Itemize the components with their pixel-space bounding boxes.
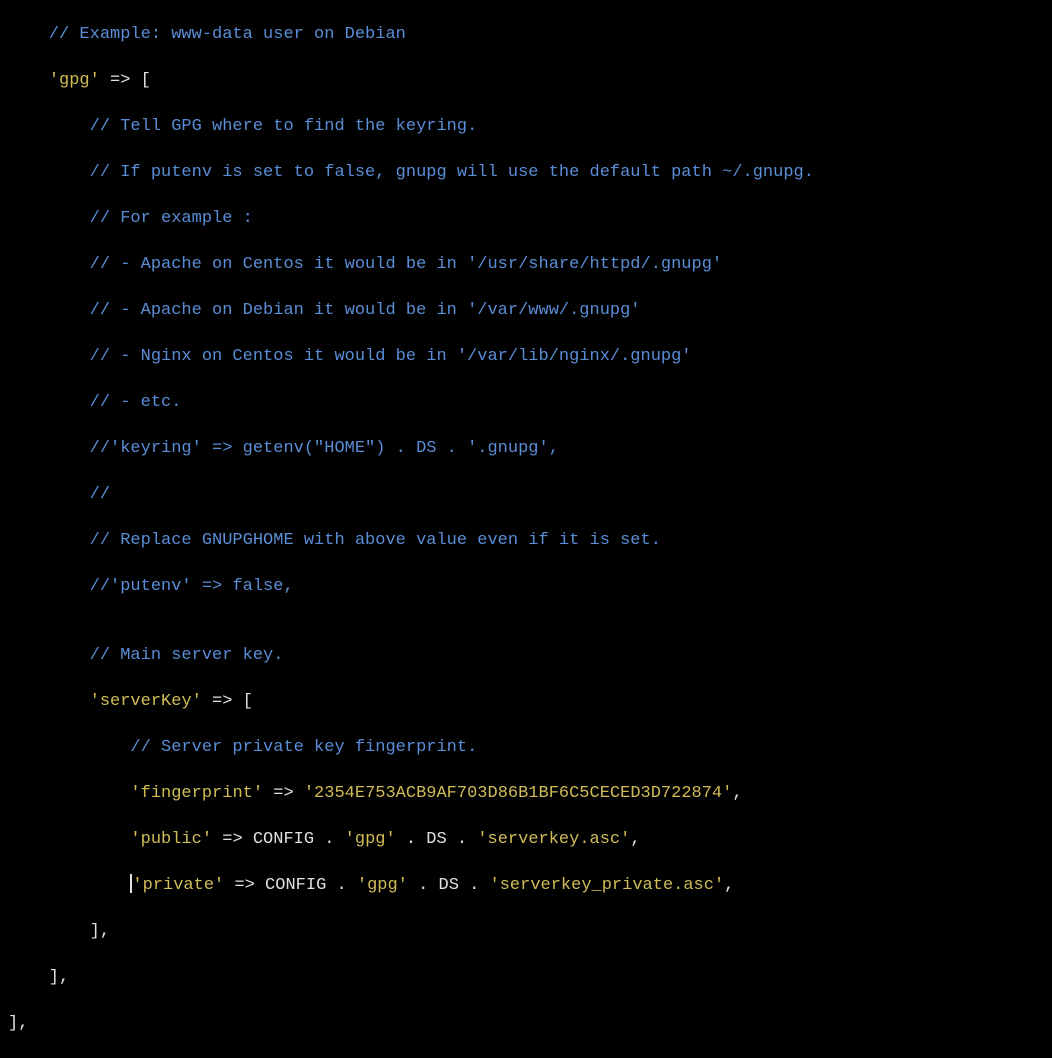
comment-text: // - etc. bbox=[8, 393, 181, 412]
comment-text: // Example: www-data user on Debian bbox=[8, 25, 406, 44]
comment-text: // bbox=[8, 485, 110, 504]
comment-text: // Main server key. bbox=[8, 646, 283, 665]
string-key: 'public' bbox=[130, 830, 212, 849]
indent bbox=[8, 784, 130, 803]
string-value: 'gpg' bbox=[345, 830, 396, 849]
code-line: // - Apache on Debian it would be in '/v… bbox=[8, 299, 1044, 322]
comment-text: // If putenv is set to false, gnupg will… bbox=[8, 163, 814, 182]
comment-text: // Server private key fingerprint. bbox=[8, 738, 477, 757]
code-line: 'private' => CONFIG . 'gpg' . DS . 'serv… bbox=[8, 874, 1044, 897]
code-line: // For example : bbox=[8, 207, 1044, 230]
close-bracket: ], bbox=[8, 922, 110, 941]
close-bracket: ], bbox=[8, 1014, 28, 1033]
code-line: // - Nginx on Centos it would be in '/va… bbox=[8, 345, 1044, 368]
code-line: ], bbox=[8, 1012, 1044, 1035]
code-line: // Tell GPG where to find the keyring. bbox=[8, 115, 1044, 138]
code-line: // - etc. bbox=[8, 391, 1044, 414]
code-line: 'serverKey' => [ bbox=[8, 690, 1044, 713]
code-line: 'fingerprint' => '2354E753ACB9AF703D86B1… bbox=[8, 782, 1044, 805]
arrow-expr: => CONFIG . bbox=[224, 876, 357, 895]
comment-text: // Replace GNUPGHOME with above value ev… bbox=[8, 531, 661, 550]
string-key: 'private' bbox=[132, 876, 224, 895]
comma: , bbox=[630, 830, 640, 849]
string-key: 'fingerprint' bbox=[130, 784, 263, 803]
string-key: 'gpg' bbox=[49, 71, 100, 90]
string-value: 'gpg' bbox=[357, 876, 408, 895]
string-value: '2354E753ACB9AF703D86B1BF6C5CECED3D72287… bbox=[304, 784, 732, 803]
code-line: ], bbox=[8, 966, 1044, 989]
comment-text: // Tell GPG where to find the keyring. bbox=[8, 117, 477, 136]
string-value: 'serverkey_private.asc' bbox=[490, 876, 725, 895]
string-key: 'serverKey' bbox=[90, 692, 202, 711]
comment-text: //'putenv' => false, bbox=[8, 577, 294, 596]
arrow-bracket: => [ bbox=[100, 71, 151, 90]
code-line: // Example: www-data user on Debian bbox=[8, 23, 1044, 46]
concat: . DS . bbox=[396, 830, 478, 849]
code-line: // If putenv is set to false, gnupg will… bbox=[8, 161, 1044, 184]
indent bbox=[8, 692, 90, 711]
code-line: // Replace GNUPGHOME with above value ev… bbox=[8, 529, 1044, 552]
code-line: // Main server key. bbox=[8, 644, 1044, 667]
indent bbox=[8, 71, 49, 90]
indent bbox=[8, 830, 130, 849]
code-line: // Server private key fingerprint. bbox=[8, 736, 1044, 759]
code-line: 'gpg' => [ bbox=[8, 69, 1044, 92]
comment-text: // - Nginx on Centos it would be in '/va… bbox=[8, 347, 692, 366]
code-line: // - Apache on Centos it would be in '/u… bbox=[8, 253, 1044, 276]
code-line: //'putenv' => false, bbox=[8, 575, 1044, 598]
arrow: => bbox=[263, 784, 304, 803]
code-line: //'keyring' => getenv("HOME") . DS . '.g… bbox=[8, 437, 1044, 460]
comment-text: // - Apache on Debian it would be in '/v… bbox=[8, 301, 641, 320]
comma: , bbox=[724, 876, 734, 895]
comment-text: // For example : bbox=[8, 209, 253, 228]
comment-text: //'keyring' => getenv("HOME") . DS . '.g… bbox=[8, 439, 559, 458]
code-line: // bbox=[8, 483, 1044, 506]
comment-text: // - Apache on Centos it would be in '/u… bbox=[8, 255, 722, 274]
arrow-bracket: => [ bbox=[202, 692, 253, 711]
code-line: 'public' => CONFIG . 'gpg' . DS . 'serve… bbox=[8, 828, 1044, 851]
concat: . DS . bbox=[408, 876, 490, 895]
code-line: ], bbox=[8, 920, 1044, 943]
code-editor[interactable]: // Example: www-data user on Debian 'gpg… bbox=[0, 0, 1052, 1058]
close-bracket: ], bbox=[8, 968, 69, 987]
indent bbox=[8, 876, 130, 895]
string-value: 'serverkey.asc' bbox=[477, 830, 630, 849]
arrow-expr: => CONFIG . bbox=[212, 830, 345, 849]
comma: , bbox=[732, 784, 742, 803]
